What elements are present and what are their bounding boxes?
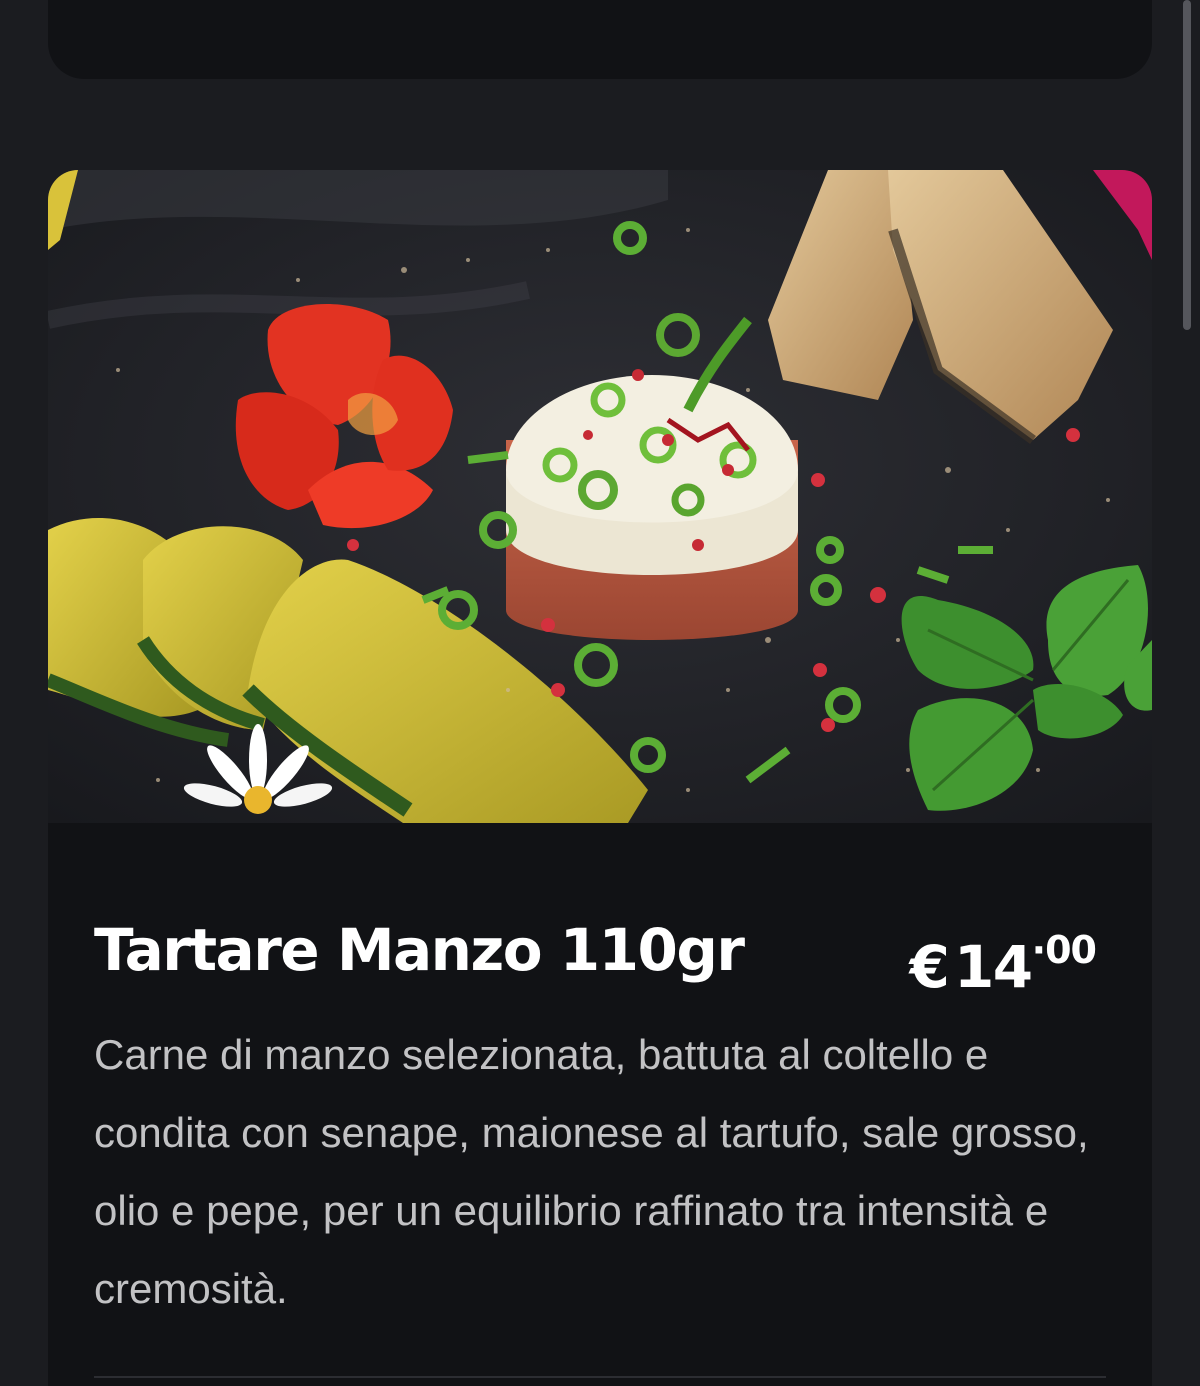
item-name: Tartare Manzo 110gr [94,916,745,984]
item-price: € 14·00 [909,914,1097,1018]
price-currency: € [909,933,950,1001]
item-description: Carne di manzo selezionata, battuta al c… [94,1031,1089,1312]
scrollbar[interactable] [1180,0,1194,1386]
price-main: 14 [953,933,1033,1001]
scrollbar-thumb[interactable] [1183,0,1191,330]
divider [94,1376,1106,1378]
menu-item-card[interactable]: Tartare Manzo 110gr € 14·00 Carne di man… [48,170,1152,1386]
dish-photo [48,170,1152,823]
price-separator: · [1031,928,1046,972]
previous-menu-card [48,0,1152,79]
menu-page: Tartare Manzo 110gr € 14·00 Carne di man… [0,0,1200,1386]
price-cents: 00 [1045,928,1097,972]
